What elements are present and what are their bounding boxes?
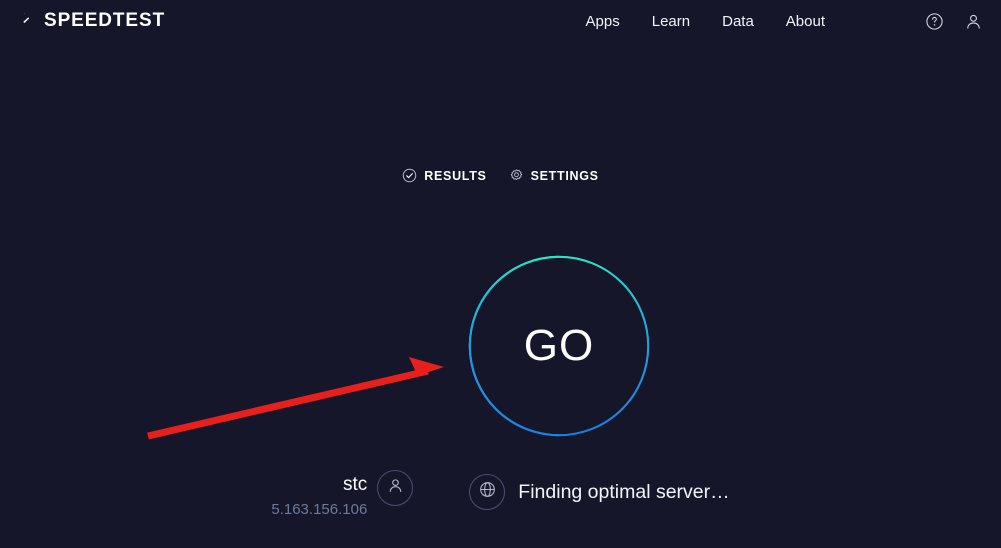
brand-name: SPEEDTEST <box>44 10 166 31</box>
isp-info[interactable]: stc 5.163.156.106 <box>271 470 414 521</box>
isp-name: stc <box>343 474 368 495</box>
person-icon <box>386 476 405 500</box>
ip-address: 5.163.156.106 <box>271 501 368 518</box>
server-info[interactable]: Finding optimal server… <box>469 470 730 510</box>
tab-results-label: RESULTS <box>424 168 487 183</box>
isp-texts: stc 5.163.156.106 <box>271 470 367 521</box>
tab-results[interactable]: RESULTS <box>402 168 486 183</box>
results-settings-tabs: RESULTS SETTINGS <box>0 168 1001 183</box>
tab-settings-label: SETTINGS <box>530 168 599 183</box>
go-button-label[interactable]: GO <box>468 255 650 437</box>
nav-link-about[interactable]: About <box>770 13 841 30</box>
app-header: SPEEDTEST Apps Learn Data About <box>0 0 1001 42</box>
nav-link-apps[interactable]: Apps <box>570 13 636 30</box>
header-icon-group <box>925 12 983 31</box>
globe-icon-badge[interactable] <box>469 474 506 510</box>
main-navigation: Apps Learn Data About <box>570 12 983 31</box>
tab-settings[interactable]: SETTINGS <box>509 168 599 183</box>
connection-info-bar: stc 5.163.156.106 Finding optimal server… <box>0 470 1001 521</box>
nav-link-data[interactable]: Data <box>706 13 770 30</box>
server-status: Finding optimal server… <box>518 480 730 503</box>
check-circle-icon <box>402 168 417 183</box>
speedometer-icon <box>14 11 35 32</box>
gear-icon <box>509 168 524 183</box>
globe-icon <box>478 480 497 504</box>
go-button[interactable]: GO <box>468 255 650 437</box>
nav-link-learn[interactable]: Learn <box>636 13 706 30</box>
brand-logo[interactable]: SPEEDTEST <box>14 10 165 32</box>
account-icon[interactable] <box>964 12 983 31</box>
help-icon[interactable] <box>925 12 944 31</box>
person-icon-badge[interactable] <box>377 470 414 506</box>
